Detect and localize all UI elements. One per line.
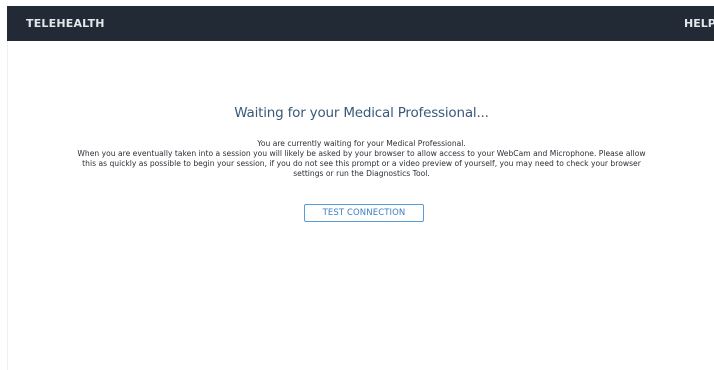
app-title: TELEHEALTH (26, 17, 105, 30)
left-edge (0, 0, 7, 370)
message-line: When you are eventually taken into a ses… (77, 149, 646, 158)
message-line: this as quickly as possible to begin you… (82, 159, 641, 168)
app-window: TELEHEALTH HELP Waiting for your Medical… (0, 0, 714, 370)
message-line: You are currently waiting for your Medic… (257, 139, 466, 148)
waiting-message: You are currently waiting for your Medic… (8, 139, 714, 179)
test-connection-button[interactable]: TEST CONNECTION (304, 204, 424, 222)
top-navbar: TELEHEALTH HELP (7, 6, 714, 41)
help-link[interactable]: HELP (684, 17, 714, 30)
page-title: Waiting for your Medical Professional... (234, 105, 489, 121)
message-line: settings or run the Diagnostics Tool. (293, 169, 430, 178)
main-content: Waiting for your Medical Professional...… (7, 41, 714, 370)
